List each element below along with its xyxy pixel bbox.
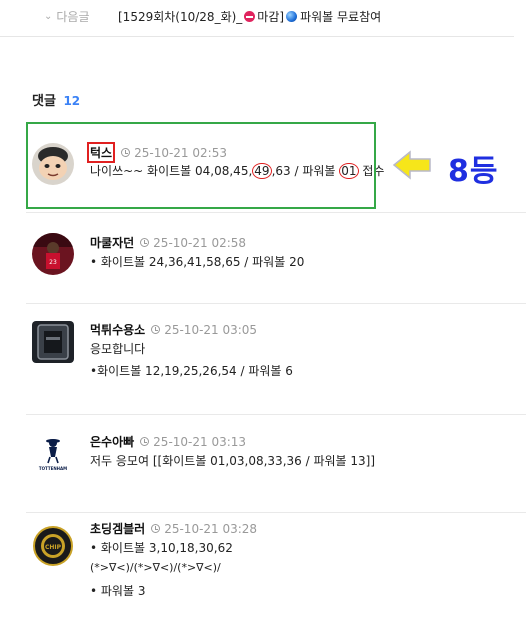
arrow-left-icon xyxy=(392,150,431,180)
comments-header: 댓글 12 xyxy=(32,90,80,109)
comment-body: • 화이트볼 24,36,41,58,65 / 파워볼 20 xyxy=(90,255,305,269)
comment-date: 25-10-21 03:05 xyxy=(164,322,258,337)
avatar[interactable]: TOTTENHAM xyxy=(32,431,74,473)
next-post-title-suffix: 파워볼 무료참여 xyxy=(300,10,382,24)
highlight-box xyxy=(26,122,376,209)
comment-author[interactable]: 먹튀수용소 xyxy=(90,321,145,338)
comment-body-line: •화이트볼 12,19,25,26,54 / 파워볼 6 xyxy=(90,364,293,378)
comment-body: 저두 응모여 [[화이트볼 01,03,08,33,36 / 파워볼 13]] xyxy=(90,454,376,468)
clock-icon xyxy=(140,437,150,446)
comment-author[interactable]: 마쿨자던 xyxy=(90,234,134,251)
next-post-link[interactable]: ⌄ 다음글 xyxy=(44,8,90,25)
comment-header: 은수아빠 25-10-21 03:13 xyxy=(90,433,246,450)
comment-author[interactable]: 은수아빠 xyxy=(90,433,134,450)
svg-text:TOTTENHAM: TOTTENHAM xyxy=(39,466,67,471)
svg-text:23: 23 xyxy=(49,259,57,266)
next-post-title[interactable]: [1529회차(10/28_화)_ 마감] 파워볼 무료참여 xyxy=(118,8,381,25)
avatar[interactable]: CHIP xyxy=(32,525,74,567)
avatar[interactable] xyxy=(32,321,74,363)
comment-header: 마쿨자던 25-10-21 02:58 xyxy=(90,234,246,251)
comment-item: 23 마쿨자던 25-10-21 02:58 • 화이트볼 24,36,41,5… xyxy=(26,212,526,304)
next-post-title-mid: 마감] xyxy=(257,10,285,24)
clock-icon xyxy=(151,524,161,533)
next-post-label: 다음글 xyxy=(56,10,90,24)
comment-date: 25-10-21 03:28 xyxy=(164,521,258,536)
comments-title: 댓글 xyxy=(32,94,56,109)
clock-icon xyxy=(140,238,150,247)
powerball-icon xyxy=(286,11,298,22)
comment-author[interactable]: 초딩겜블러 xyxy=(90,520,145,537)
comments-count: 12 xyxy=(63,94,81,108)
clock-icon xyxy=(151,325,161,334)
comment-date: 25-10-21 03:13 xyxy=(153,434,247,449)
no-entry-icon xyxy=(244,11,256,22)
avatar[interactable]: 23 xyxy=(32,233,74,275)
chevron-down-icon: ⌄ xyxy=(44,11,53,22)
next-post-title-prefix: [1529회차(10/28_화)_ xyxy=(118,10,243,24)
comment-body-line: (*>∇<)/(*>∇<)/(*>∇<)/ xyxy=(90,561,221,574)
comment-header: 초딩겜블러 25-10-21 03:28 xyxy=(90,520,257,537)
next-post-bar: ⌄ 다음글 [1529회차(10/28_화)_ 마감] 파워볼 무료참여 xyxy=(0,0,514,37)
comment-item: 먹튀수용소 25-10-21 03:05 응모합니다 •화이트볼 12,19,2… xyxy=(26,303,526,415)
comment-body-line: 응모합니다 xyxy=(90,342,146,356)
rank-label: 8등 xyxy=(448,154,499,189)
comment-body-line: • 화이트볼 3,10,18,30,62 xyxy=(90,541,233,555)
svg-text:CHIP: CHIP xyxy=(45,544,62,551)
comment-item: TOTTENHAM 은수아빠 25-10-21 03:13 저두 응모여 [[화… xyxy=(26,415,526,513)
comment-body-line: • 파워볼 3 xyxy=(90,584,146,598)
comment-header: 먹튀수용소 25-10-21 03:05 xyxy=(90,321,257,338)
comment-item: CHIP 초딩겜블러 25-10-21 03:28 • 화이트볼 3,10,18… xyxy=(26,513,526,622)
comment-date: 25-10-21 02:58 xyxy=(153,235,247,250)
